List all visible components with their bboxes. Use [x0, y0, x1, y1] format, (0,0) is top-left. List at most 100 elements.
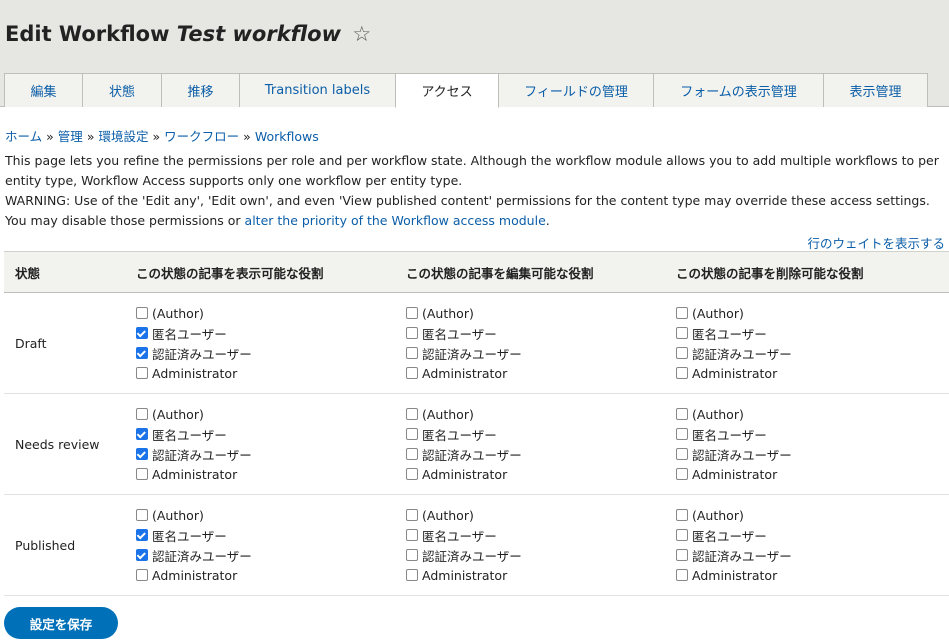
- breadcrumb-config[interactable]: 環境設定: [98, 129, 148, 144]
- role-checkbox[interactable]: [136, 549, 148, 561]
- role-option[interactable]: Administrator: [676, 464, 949, 484]
- role-option[interactable]: (Author): [406, 303, 676, 323]
- role-checkbox[interactable]: [136, 509, 148, 521]
- role-checkbox[interactable]: [676, 529, 688, 541]
- role-checkbox[interactable]: [676, 468, 688, 480]
- role-checkbox[interactable]: [136, 428, 148, 440]
- role-checkbox[interactable]: [406, 509, 418, 521]
- role-checkbox[interactable]: [406, 569, 418, 581]
- role-option[interactable]: Administrator: [136, 565, 406, 585]
- tab-transition-labels[interactable]: Transition labels: [239, 73, 396, 107]
- breadcrumb-workflows[interactable]: Workflows: [255, 129, 319, 144]
- tab-access[interactable]: アクセス: [395, 73, 499, 108]
- tab-manage-form-display[interactable]: フォームの表示管理: [653, 73, 824, 107]
- role-option[interactable]: 匿名ユーザー: [676, 424, 949, 444]
- role-checkbox[interactable]: [676, 569, 688, 581]
- role-option[interactable]: 匿名ユーザー: [136, 424, 406, 444]
- role-checkbox[interactable]: [406, 408, 418, 420]
- role-option[interactable]: 認証済みユーザー: [406, 444, 676, 464]
- role-option[interactable]: 認証済みユーザー: [406, 343, 676, 363]
- tab-transitions[interactable]: 推移: [161, 73, 240, 107]
- breadcrumb-workflow[interactable]: ワークフロー: [164, 129, 239, 144]
- role-label: 匿名ユーザー: [692, 427, 767, 443]
- role-option[interactable]: 匿名ユーザー: [406, 525, 676, 545]
- tab-states[interactable]: 状態: [82, 73, 162, 107]
- role-option[interactable]: (Author): [676, 505, 949, 525]
- state-label: Needs review: [15, 436, 100, 452]
- role-option[interactable]: (Author): [676, 404, 949, 424]
- breadcrumb-home[interactable]: ホーム: [5, 129, 42, 144]
- role-checkbox[interactable]: [406, 347, 418, 359]
- role-checkbox[interactable]: [136, 367, 148, 379]
- role-checkbox[interactable]: [406, 529, 418, 541]
- show-row-weights-link[interactable]: 行のウェイトを表示する: [807, 233, 945, 252]
- role-checkbox[interactable]: [406, 327, 418, 339]
- role-option[interactable]: 匿名ユーザー: [676, 525, 949, 545]
- role-option[interactable]: Administrator: [136, 363, 406, 383]
- role-option[interactable]: Administrator: [406, 363, 676, 383]
- role-option[interactable]: (Author): [136, 303, 406, 323]
- role-option[interactable]: 匿名ユーザー: [406, 424, 676, 444]
- role-option[interactable]: Administrator: [406, 565, 676, 585]
- state-label: Draft: [15, 335, 47, 351]
- role-checkbox[interactable]: [136, 448, 148, 460]
- table-row: Draft (Author) 匿名ユーザー 認証済みユーザー Administrator…: [4, 292, 949, 394]
- role-checkbox[interactable]: [406, 468, 418, 480]
- role-label: Administrator: [422, 466, 508, 482]
- role-label: 匿名ユーザー: [152, 326, 227, 342]
- permissions-table: 状態 この状態の記事を表示可能な役割 この状態の記事を編集可能な役割 この状態の…: [4, 251, 949, 596]
- role-checkbox[interactable]: [676, 549, 688, 561]
- role-checkbox[interactable]: [676, 448, 688, 460]
- role-checkbox[interactable]: [406, 307, 418, 319]
- role-option[interactable]: Administrator: [676, 363, 949, 383]
- role-checkbox[interactable]: [136, 408, 148, 420]
- role-option[interactable]: (Author): [676, 303, 949, 323]
- role-checkbox[interactable]: [406, 428, 418, 440]
- role-label: Administrator: [152, 567, 238, 583]
- role-option[interactable]: Administrator: [136, 464, 406, 484]
- role-option[interactable]: 匿名ユーザー: [676, 323, 949, 343]
- role-option[interactable]: 匿名ユーザー: [136, 525, 406, 545]
- role-checkbox[interactable]: [136, 307, 148, 319]
- role-option[interactable]: (Author): [136, 404, 406, 424]
- role-option[interactable]: Administrator: [406, 464, 676, 484]
- tab-manage-fields[interactable]: フィールドの管理: [498, 73, 654, 107]
- role-checkbox[interactable]: [676, 509, 688, 521]
- role-option[interactable]: (Author): [136, 505, 406, 525]
- role-checkbox[interactable]: [676, 428, 688, 440]
- role-checkbox[interactable]: [406, 549, 418, 561]
- role-label: 認証済みユーザー: [152, 346, 252, 362]
- role-checkbox[interactable]: [676, 367, 688, 379]
- breadcrumb-admin[interactable]: 管理: [58, 129, 83, 144]
- star-icon[interactable]: ☆: [352, 22, 371, 46]
- role-checkbox[interactable]: [136, 327, 148, 339]
- role-option[interactable]: Administrator: [676, 565, 949, 585]
- tab-edit[interactable]: 編集: [4, 73, 83, 107]
- role-checkbox[interactable]: [676, 408, 688, 420]
- alter-priority-link[interactable]: alter the priority of the Workflow acces…: [245, 213, 546, 228]
- role-option[interactable]: 匿名ユーザー: [136, 323, 406, 343]
- role-checkbox[interactable]: [406, 448, 418, 460]
- role-option[interactable]: 認証済みユーザー: [676, 545, 949, 565]
- role-checkbox[interactable]: [136, 569, 148, 581]
- role-option[interactable]: 認証済みユーザー: [406, 545, 676, 565]
- tab-manage-display[interactable]: 表示管理: [823, 73, 928, 107]
- save-configuration-button[interactable]: 設定を保存: [4, 607, 118, 639]
- role-option[interactable]: (Author): [406, 404, 676, 424]
- role-option[interactable]: (Author): [406, 505, 676, 525]
- role-option[interactable]: 認証済みユーザー: [136, 343, 406, 363]
- role-option[interactable]: 認証済みユーザー: [676, 343, 949, 363]
- role-option[interactable]: 認証済みユーザー: [676, 444, 949, 464]
- header-delete-roles: この状態の記事を削除可能な役割: [676, 251, 949, 293]
- role-option[interactable]: 認証済みユーザー: [136, 545, 406, 565]
- role-checkbox[interactable]: [676, 307, 688, 319]
- view-role-list: (Author) 匿名ユーザー認証済みユーザー Administrator: [136, 303, 406, 383]
- role-checkbox[interactable]: [406, 367, 418, 379]
- role-option[interactable]: 匿名ユーザー: [406, 323, 676, 343]
- role-checkbox[interactable]: [136, 529, 148, 541]
- role-checkbox[interactable]: [136, 347, 148, 359]
- role-checkbox[interactable]: [676, 327, 688, 339]
- role-checkbox[interactable]: [136, 468, 148, 480]
- role-option[interactable]: 認証済みユーザー: [136, 444, 406, 464]
- role-checkbox[interactable]: [676, 347, 688, 359]
